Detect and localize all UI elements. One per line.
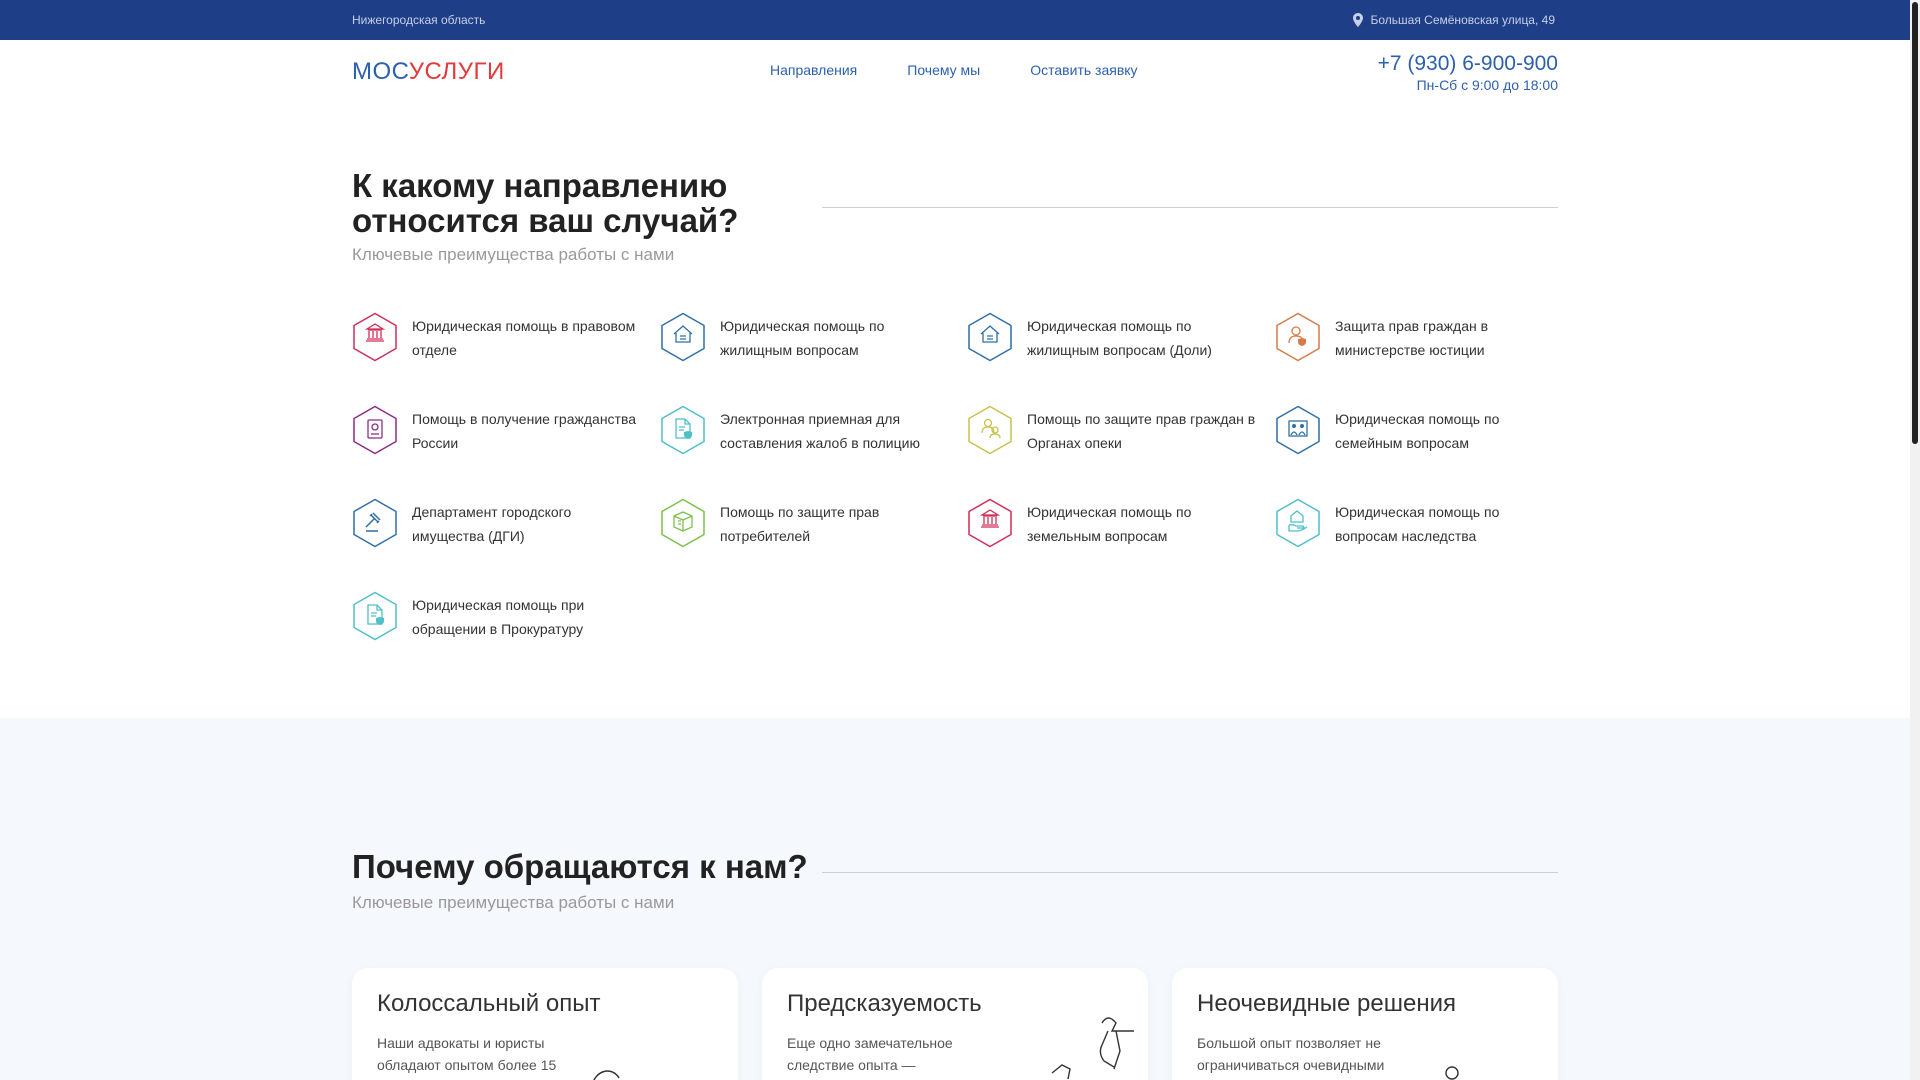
card-title: Предсказуемость xyxy=(787,990,982,1017)
phone-number[interactable]: +7 (930) 6-900-900 xyxy=(1378,52,1558,76)
feature-card: Предсказуемость Еще одно замечательное с… xyxy=(762,968,1148,1080)
divider xyxy=(822,872,1558,873)
divider xyxy=(822,207,1558,208)
main-nav: Направления Почему мы Оставить заявку xyxy=(770,62,1138,78)
direction-label: Помощь в получение гражданства России xyxy=(412,411,637,451)
bank-icon xyxy=(968,498,1012,548)
region-label: Нижегородская область xyxy=(352,13,486,27)
passport-icon xyxy=(353,405,397,455)
magnifier-illustration-icon xyxy=(593,1070,620,1080)
direction-label: Юридическая помощь по земельным вопросам xyxy=(1027,504,1192,544)
location-pin-icon xyxy=(1352,13,1363,27)
address-text: Большая Семёновская улица, 49 xyxy=(1370,13,1556,27)
nav-leave-request[interactable]: Оставить заявку xyxy=(1030,62,1137,78)
nav-why-us[interactable]: Почему мы xyxy=(907,62,980,78)
logo[interactable]: МОСУСЛУГИ xyxy=(352,58,505,86)
direction-item[interactable]: Юридическая помощь при обращении в Проку… xyxy=(352,591,642,651)
header: МОСУСЛУГИ Направления Почему мы Оставить… xyxy=(0,40,1910,108)
direction-label: Юридическая помощь по вопросам наследств… xyxy=(1335,504,1500,544)
address: Большая Семёновская улица, 49 xyxy=(1352,13,1556,27)
card-title: Колоссальный опыт xyxy=(377,990,601,1017)
card-text: Большой опыт позволяет не ограничиваться… xyxy=(1197,1035,1385,1073)
direction-item[interactable]: Юридическая помощь по земельным вопросам xyxy=(967,498,1257,558)
directions-title-line-2: относится ваш случай? xyxy=(352,202,739,239)
directions-subtitle: Ключевые преимущества работы с нами xyxy=(352,245,675,264)
directions-title: К какому направлению относится ваш случа… xyxy=(352,168,738,238)
chess-illustration-icon xyxy=(1051,1017,1134,1080)
gavel-icon xyxy=(353,498,397,548)
family-photo-icon xyxy=(1276,405,1320,455)
why-title: Почему обращаются к нам? xyxy=(352,848,808,885)
direction-label: Юридическая помощь по жилищным вопросам … xyxy=(1027,318,1212,358)
bank-icon xyxy=(353,312,397,362)
direction-item[interactable]: Юридическая помощь по вопросам наследств… xyxy=(1275,498,1565,558)
logo-part-1: МОС xyxy=(352,58,409,85)
scrollbar[interactable] xyxy=(1910,0,1920,1080)
direction-item[interactable]: Помощь по защите прав потребителей xyxy=(660,498,950,558)
house-icon xyxy=(661,312,705,362)
person-shield-icon xyxy=(1276,312,1320,362)
family-icon xyxy=(968,405,1012,455)
direction-item[interactable]: Юридическая помощь по жилищным вопросам … xyxy=(967,312,1257,372)
direction-item[interactable]: Защита прав граждан в министерстве юстиц… xyxy=(1275,312,1565,372)
document-shield-icon xyxy=(661,405,705,455)
idea-illustration-icon xyxy=(1445,1066,1459,1080)
card-text: Еще одно замечательное следствие опыта —… xyxy=(787,1035,953,1080)
hand-house-icon xyxy=(1276,498,1320,548)
card-text: Наши адвокаты и юристы обладают опытом б… xyxy=(377,1035,557,1080)
directions-title-line-1: К какому направлению xyxy=(352,167,728,204)
card-title: Неочевидные решения xyxy=(1197,990,1456,1017)
direction-label: Юридическая помощь по семейным вопросам xyxy=(1335,411,1500,451)
direction-item[interactable]: Юридическая помощь по жилищным вопросам xyxy=(660,312,950,372)
direction-item[interactable]: Помощь в получение гражданства России xyxy=(352,405,642,465)
direction-label: Юридическая помощь в правовом отделе xyxy=(412,318,636,358)
feature-card: Неочевидные решения Большой опыт позволя… xyxy=(1172,968,1558,1080)
direction-label: Юридическая помощь при обращении в Проку… xyxy=(412,597,585,637)
direction-label: Юридическая помощь по жилищным вопросам xyxy=(720,318,885,358)
logo-part-2: УСЛУГИ xyxy=(408,58,505,85)
direction-label: Защита прав граждан в министерстве юстиц… xyxy=(1335,318,1489,358)
feature-card: Колоссальный опыт Наши адвокаты и юристы… xyxy=(352,968,738,1080)
direction-label: Помощь по защите прав потребителей xyxy=(720,504,880,544)
direction-label: Электронная приемная для составления жал… xyxy=(720,411,920,451)
direction-label: Департамент городского имущества (ДГИ) xyxy=(412,504,572,544)
direction-item[interactable]: Помощь по защите прав граждан в Органах … xyxy=(967,405,1257,465)
direction-item[interactable]: Электронная приемная для составления жал… xyxy=(660,405,950,465)
direction-item[interactable]: Юридическая помощь в правовом отделе xyxy=(352,312,642,372)
why-subtitle: Ключевые преимущества работы с нами xyxy=(352,893,675,912)
house-icon xyxy=(968,312,1012,362)
box-icon xyxy=(661,498,705,548)
direction-item[interactable]: Юридическая помощь по семейным вопросам xyxy=(1275,405,1565,465)
nav-directions[interactable]: Направления xyxy=(770,62,857,78)
contact-block: +7 (930) 6-900-900 Пн-Сб с 9:00 до 18:00 xyxy=(1378,52,1558,93)
direction-label: Помощь по защите прав граждан в Органах … xyxy=(1027,411,1256,451)
top-bar: Нижегородская область Большая Семёновска… xyxy=(0,0,1910,40)
direction-item[interactable]: Департамент городского имущества (ДГИ) xyxy=(352,498,642,558)
directions-grid: Юридическая помощь в правовом отделе Юрид… xyxy=(352,312,1558,652)
working-hours: Пн-Сб с 9:00 до 18:00 xyxy=(1416,77,1558,93)
scrollbar-thumb[interactable] xyxy=(1912,2,1918,444)
document-shield-icon xyxy=(353,591,397,641)
